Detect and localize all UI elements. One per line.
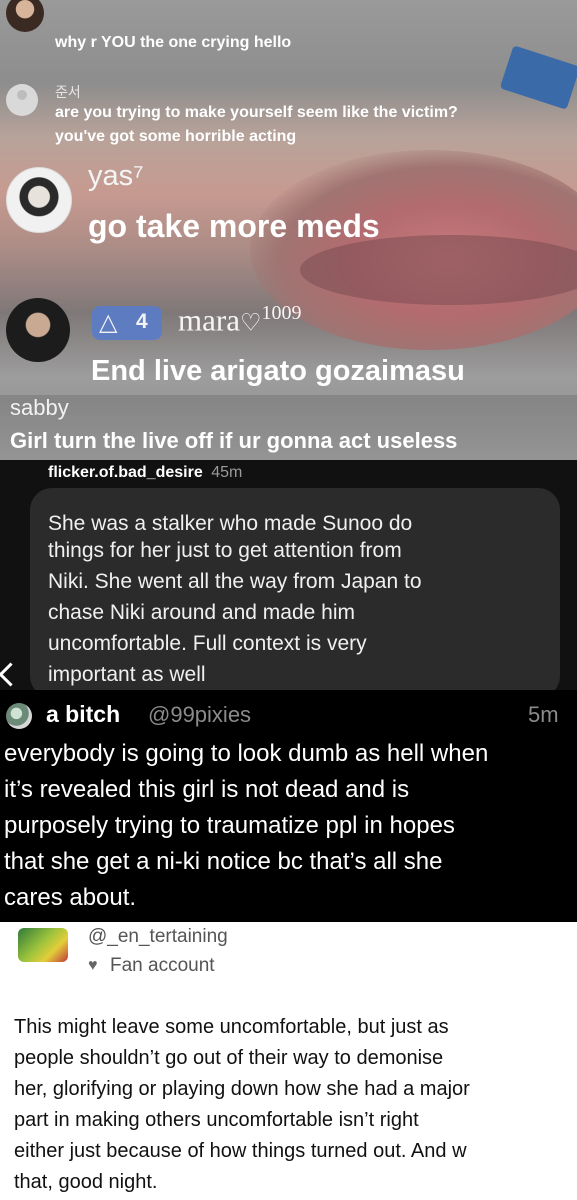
live-comment-text: Girl turn the live off if ur gonna act u… (10, 428, 458, 453)
heart-icon: ♡ (239, 310, 262, 337)
live-comment-text: are you trying to make yourself seem lik… (55, 104, 458, 121)
fan-account-post: @_en_tertaining ♥ Fan account This might… (0, 922, 577, 1200)
live-comment-text: why r YOU the one crying hello (55, 34, 292, 51)
live-comment-name: sabby (10, 395, 69, 420)
user-avatar[interactable] (6, 703, 32, 729)
tweet-screenshot: a bitch @99pixies 5m everybody is going … (0, 690, 577, 922)
account-logo[interactable] (18, 928, 68, 962)
tweet-handle[interactable]: @99pixies (148, 702, 251, 728)
post-line: This might leave some uncomfortable, but… (14, 1016, 449, 1038)
tweet-display-name[interactable]: a bitch (46, 701, 120, 728)
user-avatar[interactable] (6, 298, 70, 362)
comment-line: She was a stalker who made Sunoo do (48, 512, 413, 535)
live-comment-text: you've got some horrible acting (55, 128, 297, 145)
default-avatar[interactable] (6, 84, 38, 116)
tweet-line: that she get a ni-ki notice bc that’s al… (4, 848, 443, 875)
level-badge: △ 4 (92, 306, 162, 340)
post-line: people shouldn’t go out of their way to … (14, 1047, 444, 1069)
account-handle[interactable]: @_en_tertaining (88, 926, 228, 948)
tweet-line: cares about. (4, 884, 137, 911)
reply-arrow-icon[interactable] (0, 662, 23, 687)
badge-level: 4 (136, 310, 148, 333)
dark-comment-screenshot: flicker.of.bad_desire 45m She was a stal… (0, 460, 577, 690)
comment-line: important as well (48, 663, 206, 686)
post-line: part in making others uncomfortable isn’… (14, 1109, 419, 1131)
live-comment-text: End live arigato gozaimasu (91, 355, 465, 387)
name-text: mara (178, 302, 240, 338)
post-line: that, good night. (14, 1171, 158, 1193)
name-suffix: 1009 (261, 302, 302, 324)
live-stream-screenshot: why r YOU the one crying hello 준서 are yo… (0, 0, 577, 460)
post-line: her, glorifying or playing down how she … (14, 1078, 470, 1100)
phone-object-image (499, 45, 577, 110)
post-line: either just because of how things turned… (14, 1140, 467, 1162)
tweet-line: everybody is going to look dumb as hell … (4, 740, 489, 767)
comment-bubble: She was a stalker who made Sunoo do thin… (30, 488, 560, 690)
triangle-icon: △ (99, 309, 118, 336)
comment-line: uncomfortable. Full context is very (48, 632, 367, 655)
live-comment-text: go take more meds (88, 208, 380, 244)
mask-icon: ♥ (88, 957, 98, 974)
tweet-time: 5m (528, 702, 559, 727)
comment-line: chase Niki around and made him (48, 601, 356, 624)
comment-line: things for her just to get attention fro… (48, 539, 402, 562)
tweet-line: purposely trying to traumatize ppl in ho… (4, 812, 455, 839)
account-type: Fan account (110, 955, 215, 976)
comment-username[interactable]: flicker.of.bad_desire 45m (48, 464, 242, 482)
comment-line: Niki. She went all the way from Japan to (48, 570, 422, 593)
live-comment-name: mara♡1009 (178, 302, 301, 338)
live-comment-name: 준서 (55, 84, 81, 100)
live-comment-name: yas⁷ (88, 160, 144, 192)
comment-time: 45m (211, 464, 243, 481)
user-avatar[interactable] (6, 167, 72, 233)
tweet-line: it’s revealed this girl is not dead and … (4, 776, 410, 803)
user-avatar[interactable] (6, 0, 44, 32)
person-icon (17, 90, 27, 100)
username-text: flicker.of.bad_desire (48, 464, 203, 481)
